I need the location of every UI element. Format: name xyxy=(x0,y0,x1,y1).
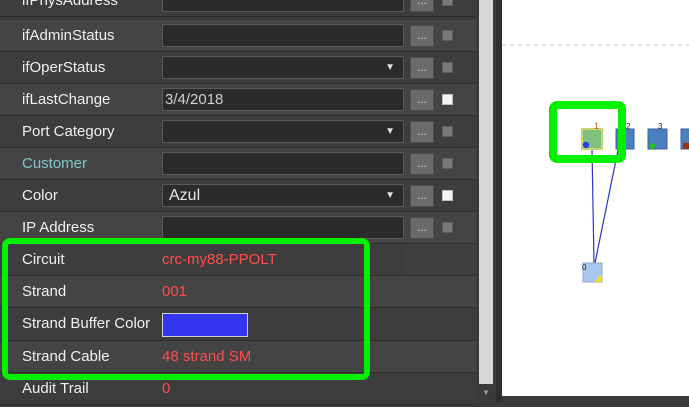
node-label: 2 xyxy=(626,122,631,131)
property-label: Color xyxy=(22,187,58,204)
chevron-down-icon: ▼ xyxy=(385,190,395,201)
customer-field[interactable] xyxy=(162,152,404,175)
property-checkbox[interactable] xyxy=(442,62,453,73)
property-label: ifLastChange xyxy=(22,91,111,108)
canvas-bottom-bar xyxy=(502,396,689,402)
property-checkbox[interactable] xyxy=(442,94,453,105)
node-label: 0 xyxy=(582,263,587,272)
node-3[interactable]: 3 xyxy=(647,122,668,150)
node-label: 3 xyxy=(658,122,663,131)
property-label: Port Category xyxy=(22,123,115,140)
scrollbar-thumb[interactable] xyxy=(479,0,493,384)
ellipsis-button[interactable]: ... xyxy=(410,57,434,79)
ellipsis-button[interactable]: ... xyxy=(410,25,434,47)
property-row-ifoperstatus: ifOperStatus ▼ ... xyxy=(0,52,476,84)
highlight-box-node xyxy=(549,101,626,163)
node-4[interactable] xyxy=(680,128,689,150)
ifphysaddress-field[interactable] xyxy=(162,0,404,12)
property-label: ifAdminStatus xyxy=(22,27,115,44)
chevron-down-icon: ▼ xyxy=(385,126,395,137)
color-select[interactable]: Azul ▼ xyxy=(162,184,404,207)
diagram-svg: 1 2 3 0 xyxy=(502,44,689,283)
ip-address-field[interactable] xyxy=(162,216,404,239)
property-row-ifadminstatus: ifAdminStatus ... xyxy=(0,20,476,52)
ifoperstatus-select[interactable]: ▼ xyxy=(162,56,404,79)
property-checkbox[interactable] xyxy=(442,222,453,233)
ellipsis-button[interactable]: ... xyxy=(410,0,434,12)
property-checkbox[interactable] xyxy=(442,190,453,201)
chevron-down-icon: ▼ xyxy=(385,62,395,73)
property-label: Customer xyxy=(22,155,88,172)
select-value: Azul xyxy=(169,187,201,204)
property-row-color: Color Azul ▼ ... xyxy=(0,180,476,212)
ellipsis-button[interactable]: ... xyxy=(410,217,434,239)
property-row-customer: Customer ... xyxy=(0,148,476,180)
node-0[interactable]: 0 xyxy=(582,262,603,283)
property-row-ifphysaddress: ifPhysAddress ... xyxy=(0,0,476,17)
ifadminstatus-field[interactable] xyxy=(162,24,404,47)
property-checkbox[interactable] xyxy=(442,158,453,169)
ellipsis-button[interactable]: ... xyxy=(410,153,434,175)
scroll-down-icon[interactable]: ▼ xyxy=(479,386,493,400)
connector-line xyxy=(594,149,619,264)
highlight-box-strand-properties xyxy=(2,238,370,380)
connector-line xyxy=(591,149,595,264)
row-cell-filler xyxy=(406,244,476,276)
ellipsis-button[interactable]: ... xyxy=(410,185,434,207)
ellipsis-button[interactable]: ... xyxy=(410,121,434,143)
property-row-iflastchange: ifLastChange 3/4/2018 ... xyxy=(0,84,476,116)
ellipsis-button[interactable]: ... xyxy=(410,89,434,111)
diagram-canvas[interactable]: 1 2 3 0 xyxy=(502,0,689,402)
property-checkbox[interactable] xyxy=(442,30,453,41)
property-checkbox[interactable] xyxy=(442,0,453,6)
iflastchange-field[interactable]: 3/4/2018 xyxy=(162,88,404,111)
property-checkbox[interactable] xyxy=(442,126,453,137)
port-category-select[interactable]: ▼ xyxy=(162,120,404,143)
property-label: ifPhysAddress xyxy=(22,0,118,9)
property-label: ifOperStatus xyxy=(22,59,106,76)
property-row-port-category: Port Category ▼ ... xyxy=(0,116,476,148)
